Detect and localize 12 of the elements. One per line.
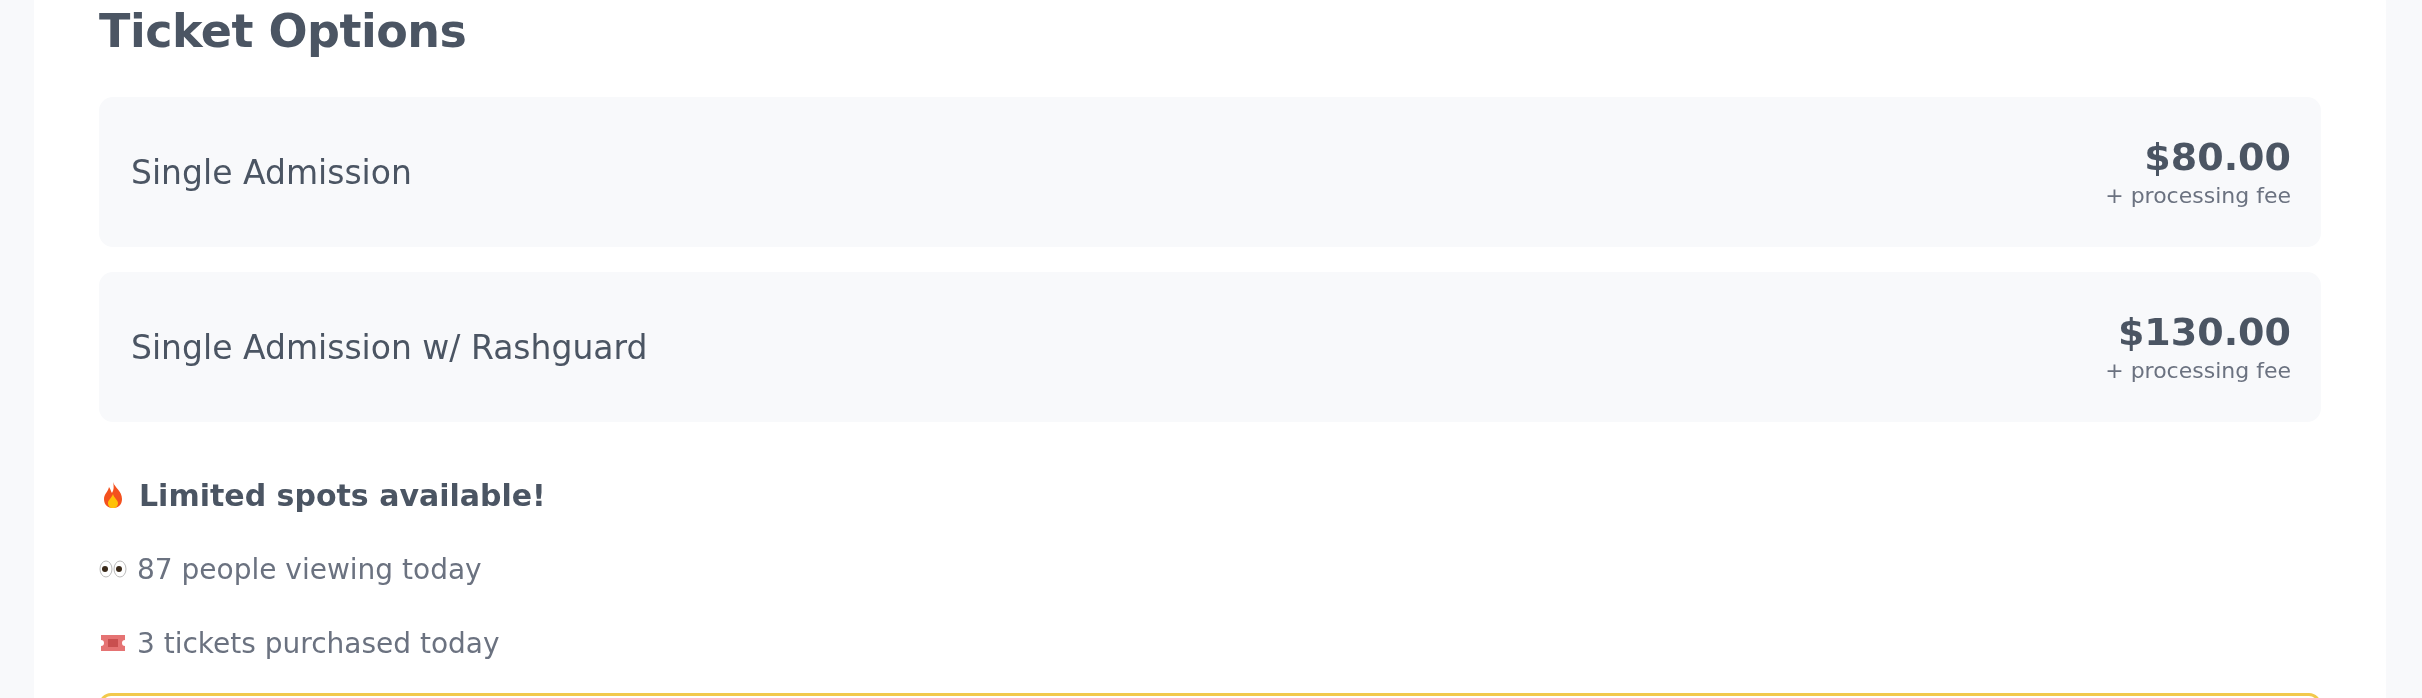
ticket-name: Single Admission [131, 152, 412, 192]
ticket-option[interactable]: Single Admission $80.00 + processing fee [99, 97, 2321, 247]
ticket-name: Single Admission w/ Rashguard [131, 327, 648, 367]
stat-text: 3 tickets purchased today [137, 626, 500, 660]
fee-note: + processing fee [2105, 182, 2291, 210]
urgency-headline: Limited spots available! [139, 477, 546, 513]
stat-text: 87 people viewing today [137, 552, 482, 586]
section-title: Ticket Options [99, 3, 468, 60]
ticket-option[interactable]: Single Admission w/ Rashguard $130.00 + processing fee [99, 272, 2321, 422]
ticket-price: $130.00 [2117, 309, 2291, 356]
ticket-price: $80.00 [2144, 134, 2291, 181]
fee-note: + processing fee [2105, 357, 2291, 385]
